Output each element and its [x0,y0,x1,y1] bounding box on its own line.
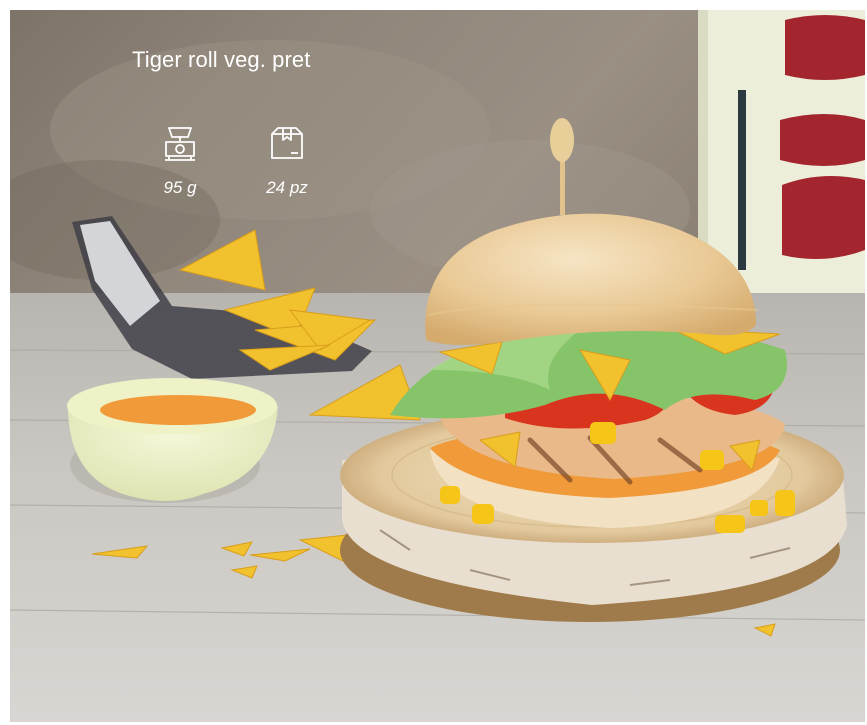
burger-photo [10,10,865,722]
box-icon [271,127,303,159]
pack-value: 24 pz [266,178,308,197]
weight-spec: 95 g [140,124,220,198]
weight-value: 95 g [163,178,197,197]
pack-spec: 24 pz [247,124,327,198]
scale-icon [165,127,195,161]
photo-frame: Tiger roll veg. pret 95 g 24 pz [10,10,865,722]
product-title: Tiger roll veg. pret [132,47,311,72]
